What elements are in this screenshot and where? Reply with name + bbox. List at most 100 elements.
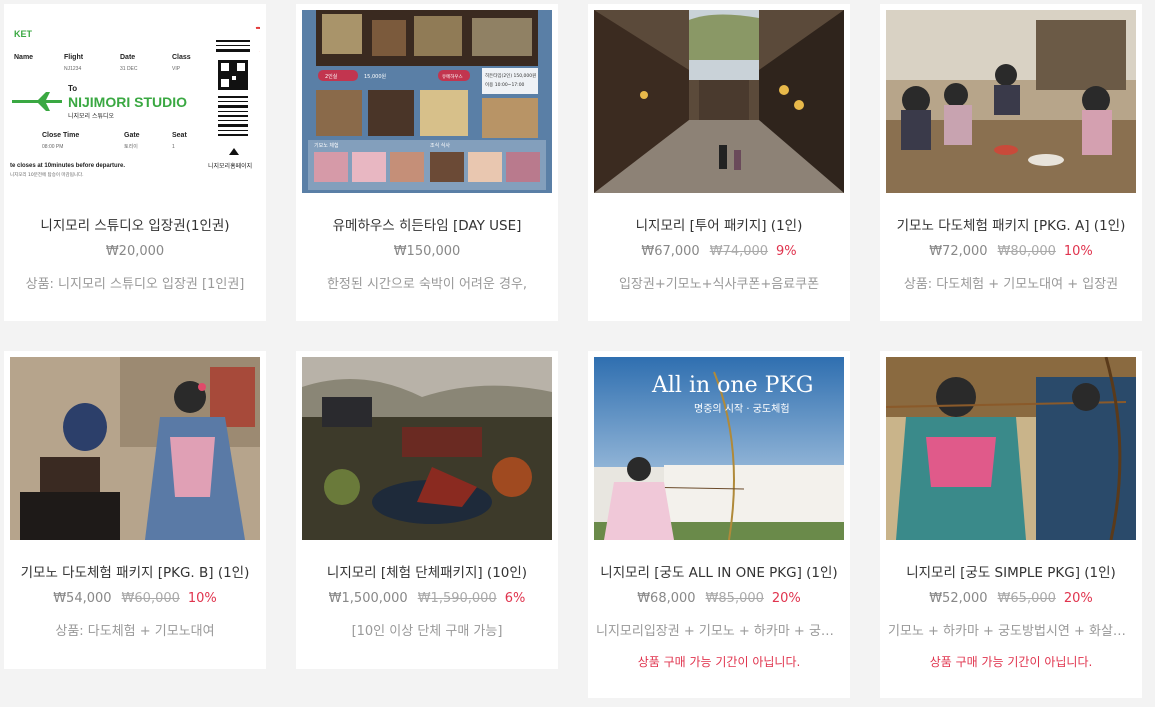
yume-tag: 유메하우스 xyxy=(442,73,463,80)
yume-tag-price: 15,000원 xyxy=(364,73,386,80)
product-description: 상품: 니지모리 스튜디오 입장권 [1인권] xyxy=(25,277,245,292)
yume-section: 기모노 체험 xyxy=(314,142,339,149)
discount-rate: 9% xyxy=(776,244,797,259)
product-title[interactable]: 니지모리 [체험 단체패키지] (10인) xyxy=(296,561,558,581)
archery-subline: 명중의 시작 · 궁도체험 xyxy=(694,403,790,415)
village-aerial-photo xyxy=(302,357,552,540)
product-image-archery-simple[interactable] xyxy=(886,357,1136,540)
product-image-tea-ceremony-a[interactable] xyxy=(886,10,1136,193)
kimono-tea-photo xyxy=(10,357,260,540)
archery-simple-photo xyxy=(886,357,1136,540)
ticket-label: Flight xyxy=(64,54,84,61)
product-card[interactable]: All in one PKG 명중의 시작 · 궁도체험 니지모리 [궁도 AL… xyxy=(588,351,850,698)
sale-price: ₩54,000 xyxy=(53,591,112,606)
price-row: ₩72,000 ₩80,000 10% xyxy=(880,244,1142,259)
product-description: 니지모리입장권 + 기모노 + 하카마 + 궁도… xyxy=(596,624,842,639)
unavailable-notice: 상품 구매 가능 기간이 아닙니다. xyxy=(929,655,1093,669)
sale-price: ₩72,000 xyxy=(929,244,988,259)
ticket-value: 31 DEC xyxy=(120,66,138,72)
ticket-studio-name-kr: 니지모리 스튜디오 xyxy=(68,112,115,120)
ticket-label: Seat xyxy=(172,132,187,139)
yume-house-image: 2인실 15,000원 유메하우스 히든타임(2인) 150,000원 이용 1… xyxy=(302,10,552,193)
archery-headline: All in one PKG xyxy=(651,373,813,398)
price-row: ₩1,500,000 ₩1,590,000 6% xyxy=(296,591,558,606)
product-image-archery-all-in-one[interactable]: All in one PKG 명중의 시작 · 궁도체험 xyxy=(594,357,844,540)
ticket-value: 1 xyxy=(172,144,175,150)
discount-rate: 20% xyxy=(1063,591,1093,606)
product-card[interactable]: KET Name Flight Date Class NJ1234 31 DEC… xyxy=(4,4,266,321)
product-title[interactable]: 니지모리 [궁도 SIMPLE PKG] (1인) xyxy=(880,561,1142,581)
product-title[interactable]: 니지모리 [궁도 ALL IN ONE PKG] (1인) xyxy=(588,561,850,581)
original-price: ₩65,000 xyxy=(997,591,1056,606)
price-row: ₩54,000 ₩60,000 10% xyxy=(4,591,266,606)
product-image-tea-ceremony-b[interactable] xyxy=(10,357,260,540)
product-description: 상품: 다도체험 + 기모노대여 xyxy=(55,624,215,639)
product-card[interactable]: 니지모리 [투어 패키지] (1인) ₩67,000 ₩74,000 9% 입장권+… xyxy=(588,4,850,321)
product-title[interactable]: 니지모리 스튜디오 입장권(1인권) xyxy=(4,214,266,234)
yume-info: 히든타임(2인) 150,000원 xyxy=(485,72,536,79)
ticket-value: VIP xyxy=(172,66,181,72)
original-price: ₩60,000 xyxy=(121,591,180,606)
product-grid: KET Name Flight Date Class NJ1234 31 DEC… xyxy=(0,0,1155,707)
sale-price: ₩1,500,000 xyxy=(328,591,408,606)
discount-rate: 20% xyxy=(771,591,801,606)
product-description: [10인 이상 단체 구매 가능] xyxy=(351,624,503,639)
barcode-icon xyxy=(216,40,250,52)
ticket-value: 토리이 xyxy=(124,143,138,150)
product-title[interactable]: 기모노 다도체험 패키지 [PKG. A] (1인) xyxy=(880,214,1142,234)
qr-code-icon xyxy=(216,56,250,136)
ticket-value: NJ1234 xyxy=(64,66,81,72)
ticket-label: Date xyxy=(120,54,135,61)
product-description: 한정된 시간으로 숙박이 어려운 경우, xyxy=(326,277,528,292)
product-image-village-aerial[interactable] xyxy=(302,357,552,540)
sale-price: ₩67,000 xyxy=(641,244,700,259)
product-card[interactable]: 니지모리 [체험 단체패키지] (10인) ₩1,500,000 ₩1,590,0… xyxy=(296,351,558,669)
discount-rate: 10% xyxy=(1063,244,1093,259)
price-row: ₩20,000 xyxy=(4,244,266,259)
yume-tag: 2인실 xyxy=(325,73,338,80)
ticket-footer-kr: 니지모리 10분전에 탑승이 마감됩니다. xyxy=(10,171,84,178)
product-title[interactable]: 기모노 다도체험 패키지 [PKG. B] (1인) xyxy=(4,561,266,581)
product-card[interactable]: 2인실 15,000원 유메하우스 히든타임(2인) 150,000원 이용 1… xyxy=(296,4,558,321)
price-row: ₩52,000 ₩65,000 20% xyxy=(880,591,1142,606)
product-title[interactable]: 니지모리 [투어 패키지] (1인) xyxy=(588,214,850,234)
product-description: 상품: 다도체험 + 기모노대여 + 입장권 xyxy=(903,277,1119,292)
product-title[interactable]: 유메하우스 히든타임 [DAY USE] xyxy=(296,214,558,234)
tea-ceremony-photo xyxy=(886,10,1136,193)
price-row: ₩67,000 ₩74,000 9% xyxy=(588,244,850,259)
product-description: 기모노 + 하카마 + 궁도방법시연 + 화살1… xyxy=(888,624,1134,639)
qr-caption: 니지모리홈페이지 xyxy=(208,162,252,170)
sale-price: ₩20,000 xyxy=(105,244,165,259)
product-card[interactable]: 니지모리 [궁도 SIMPLE PKG] (1인) ₩52,000 ₩65,000… xyxy=(880,351,1142,698)
sale-price: ₩52,000 xyxy=(929,591,988,606)
ticket-label: Gate xyxy=(124,132,140,139)
ticket-label: Class xyxy=(172,54,191,61)
yume-info: 이용 10:00~17:00 xyxy=(485,81,525,88)
ticket-footer: te closes at 10minutes before departure. xyxy=(10,163,125,169)
unavailable-notice: 상품 구매 가능 기간이 아닙니다. xyxy=(637,655,801,669)
discount-rate: 6% xyxy=(504,591,526,606)
product-card[interactable]: 기모노 다도체험 패키지 [PKG. B] (1인) ₩54,000 ₩60,00… xyxy=(4,351,266,669)
original-price: ₩74,000 xyxy=(709,244,769,259)
price-row: ₩150,000 xyxy=(296,244,558,259)
ticket-value: 08:00 PM xyxy=(42,144,63,150)
ticket-studio-name: NIJIMORI STUDIO xyxy=(68,94,187,110)
ticket-to-label: To xyxy=(68,84,77,93)
ticket-image: KET Name Flight Date Class NJ1234 31 DEC… xyxy=(10,10,260,193)
original-price: ₩85,000 xyxy=(705,591,764,606)
ticket-header: KET xyxy=(14,29,33,39)
original-price: ₩1,590,000 xyxy=(417,591,497,606)
sale-price: ₩150,000 xyxy=(393,244,461,259)
sale-price: ₩68,000 xyxy=(637,591,696,606)
archery-all-in-one-photo: All in one PKG 명중의 시작 · 궁도체험 xyxy=(594,357,844,540)
street-photo xyxy=(594,10,844,193)
product-image-ticket[interactable]: KET Name Flight Date Class NJ1234 31 DEC… xyxy=(10,10,260,193)
discount-rate: 10% xyxy=(187,591,217,606)
ticket-label: Name xyxy=(14,54,33,61)
product-card[interactable]: 기모노 다도체험 패키지 [PKG. A] (1인) ₩72,000 ₩80,00… xyxy=(880,4,1142,321)
product-image-street[interactable] xyxy=(594,10,844,193)
ticket-label: Close Time xyxy=(42,132,79,139)
product-description: 입장권+기모노+식사쿠폰+음료쿠폰 xyxy=(618,277,820,292)
product-image-yume-house[interactable]: 2인실 15,000원 유메하우스 히든타임(2인) 150,000원 이용 1… xyxy=(302,10,552,193)
yume-section: 조식 식사 xyxy=(430,142,450,149)
